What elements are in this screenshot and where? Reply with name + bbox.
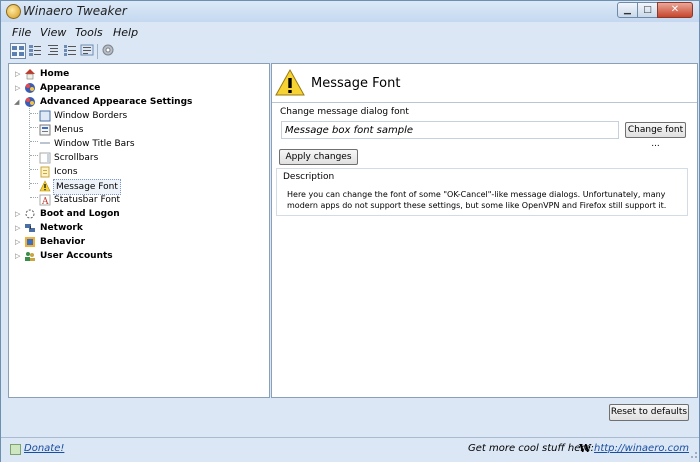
behavior-icon xyxy=(24,236,36,248)
icons-icon xyxy=(39,166,51,178)
appearance-icon xyxy=(24,82,36,94)
close-button[interactable]: ✕ xyxy=(657,2,693,18)
window-title: Winaero Tweaker xyxy=(23,4,127,18)
tree-connector xyxy=(30,155,38,156)
menus-icon xyxy=(39,124,51,136)
apply-changes-button[interactable]: Apply changes xyxy=(279,149,358,165)
minimize-button[interactable]: ▁ xyxy=(617,2,638,18)
change-font-button[interactable]: Change font ... xyxy=(625,122,686,149)
expand-arrow-icon[interactable]: ▷ xyxy=(15,211,21,218)
page-title: Message Font xyxy=(311,76,401,91)
tree-connector xyxy=(30,169,38,170)
view-large-icon[interactable] xyxy=(10,43,26,59)
tree-connector xyxy=(30,127,38,128)
font-icon: A xyxy=(39,194,51,207)
close-icon: ✕ xyxy=(670,4,680,15)
expand-arrow-icon[interactable]: ▷ xyxy=(15,71,21,78)
minimize-icon: ▁ xyxy=(624,4,631,15)
title-bar: Winaero Tweaker ▁ □ ✕ xyxy=(1,1,699,22)
collapse-arrow-icon[interactable]: ◢ xyxy=(14,99,20,106)
user-accounts-icon xyxy=(24,250,36,262)
network-icon xyxy=(24,222,36,234)
window-title-bars-icon xyxy=(39,138,51,150)
advanced-appearance-icon xyxy=(24,96,36,108)
menu-bar: File View Tools Help xyxy=(1,22,699,41)
tree-connector xyxy=(30,113,38,114)
tree-connector xyxy=(29,103,30,189)
resize-grip-icon[interactable] xyxy=(688,449,698,459)
reset-to-defaults-button[interactable]: Reset to defaults xyxy=(609,404,689,421)
menu-help[interactable]: Help xyxy=(113,26,138,39)
page-header: Message Font xyxy=(272,64,697,103)
toolbar xyxy=(1,41,699,63)
donate-icon xyxy=(10,444,21,455)
boot-icon xyxy=(24,208,36,220)
description-text: Here you can change the font of some "OK… xyxy=(287,190,667,210)
description-label: Description xyxy=(283,172,335,182)
content-panel: Message Font Change message dialog font … xyxy=(271,63,698,398)
expand-arrow-icon[interactable]: ▷ xyxy=(15,253,21,260)
description-box: Description Here you can change the font… xyxy=(276,168,688,216)
tree-connector xyxy=(30,197,38,198)
list-icon[interactable] xyxy=(80,43,96,59)
warning-icon xyxy=(39,180,51,192)
maximize-icon: □ xyxy=(643,4,652,15)
tree-connector xyxy=(30,141,38,142)
expand-arrow-icon[interactable]: ▷ xyxy=(15,225,21,232)
font-sample-field[interactable]: Message box font sample xyxy=(281,121,619,139)
home-icon xyxy=(24,68,36,80)
navigation-tree: ▷ Home ▷ Appearance ◢ Advanced Appearace… xyxy=(8,63,270,398)
menu-file[interactable]: File xyxy=(12,26,31,39)
expand-arrow-icon[interactable]: ▷ xyxy=(15,85,21,92)
window-borders-icon xyxy=(39,110,51,122)
collapse-icon[interactable] xyxy=(46,43,62,59)
website-link[interactable]: http://winaero.com xyxy=(594,443,689,454)
gear-icon[interactable] xyxy=(101,43,117,59)
scrollbars-icon xyxy=(39,152,51,164)
font-settings-group: Change message dialog font Message box f… xyxy=(277,104,687,166)
window-controls: ▁ □ ✕ xyxy=(617,2,693,18)
status-bar: Donate! Get more cool stuff here: W http… xyxy=(1,437,699,462)
toolbar-separator xyxy=(97,44,98,59)
more-stuff-text: Get more cool stuff here: xyxy=(468,443,594,454)
donate-link[interactable]: Donate! xyxy=(24,443,64,454)
group-label: Change message dialog font xyxy=(280,107,409,117)
expand-icon[interactable] xyxy=(63,43,79,59)
warning-icon xyxy=(275,68,305,98)
app-icon xyxy=(6,4,21,19)
maximize-button[interactable]: □ xyxy=(637,2,658,18)
winaero-logo-icon: W xyxy=(579,442,592,455)
svg-text:A: A xyxy=(41,197,49,206)
menu-view[interactable]: View xyxy=(40,26,66,39)
tree-connector xyxy=(30,183,38,184)
menu-tools[interactable]: Tools xyxy=(75,26,103,39)
app-window: Winaero Tweaker ▁ □ ✕ File View Tools He… xyxy=(0,0,700,462)
expand-arrow-icon[interactable]: ▷ xyxy=(15,239,21,246)
view-details-icon[interactable] xyxy=(28,43,44,59)
